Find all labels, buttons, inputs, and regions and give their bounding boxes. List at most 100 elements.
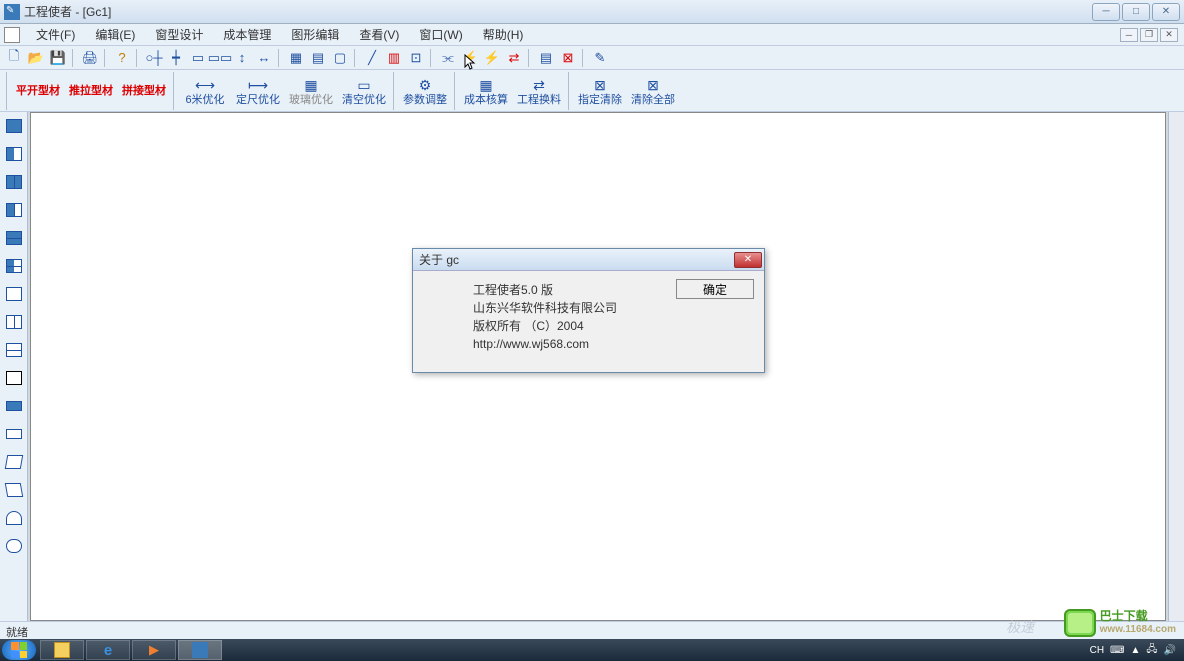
menu-window-design[interactable]: 窗型设计 bbox=[145, 24, 213, 45]
material-flat-button[interactable]: 平开型材 bbox=[12, 72, 64, 110]
tool-erase-icon[interactable]: ✎ bbox=[590, 48, 610, 68]
clear-all-button[interactable]: ⊠清除全部 bbox=[627, 72, 679, 110]
tool-swap-icon[interactable]: ⇄ bbox=[504, 48, 524, 68]
label: 定尺优化 bbox=[236, 94, 280, 106]
minimize-button[interactable]: ─ bbox=[1092, 3, 1120, 21]
tray-network-icon[interactable]: 🖧 bbox=[1146, 642, 1157, 659]
label: 平开型材 bbox=[16, 85, 60, 97]
task-explorer[interactable] bbox=[40, 640, 84, 660]
shape-button-16[interactable] bbox=[2, 534, 26, 558]
tool-hspan-icon[interactable]: ↔ bbox=[254, 48, 274, 68]
menu-edit[interactable]: 编辑(E) bbox=[85, 24, 145, 45]
toolbar-standard: 🗋 📂 💾 🖨 ? ○┼ ┿ ▭ ▭▭ ↕ ↔ ▦ ▤ ▢ ╱ ▥ ⊡ ⫘ ⚡ … bbox=[0, 46, 1184, 70]
tool-bracket-icon[interactable]: ▭▭ bbox=[210, 48, 230, 68]
open-button[interactable]: 📂 bbox=[26, 48, 46, 68]
print-button[interactable]: 🖨 bbox=[80, 48, 100, 68]
shape-button-11[interactable] bbox=[2, 394, 26, 418]
tray-keyboard-icon[interactable]: ⌨ bbox=[1110, 645, 1124, 656]
media-icon: ▶ bbox=[149, 642, 159, 658]
taskbar: e ▶ CH ⌨ ▲ 🖧 🔊 bbox=[0, 639, 1184, 661]
save-button[interactable]: 💾 bbox=[48, 48, 68, 68]
close-button[interactable]: ✕ bbox=[1152, 3, 1180, 21]
window-shape-icon bbox=[5, 455, 23, 469]
tool-grid-icon[interactable]: ▦ bbox=[286, 48, 306, 68]
tool-junction-icon[interactable]: ┿ bbox=[166, 48, 186, 68]
tool-chain-icon[interactable]: ⫘ bbox=[438, 48, 458, 68]
task-current-app[interactable] bbox=[178, 640, 222, 660]
shape-button-4[interactable] bbox=[2, 198, 26, 222]
sidebar-palette bbox=[0, 112, 28, 621]
shape-button-10[interactable] bbox=[2, 366, 26, 390]
help-button[interactable]: ? bbox=[112, 48, 132, 68]
task-ie[interactable]: e bbox=[86, 640, 130, 660]
opt-6m-button[interactable]: ⟷6米优化 bbox=[179, 72, 231, 110]
ime-indicator[interactable]: CH bbox=[1090, 645, 1104, 656]
shape-button-8[interactable] bbox=[2, 310, 26, 334]
watermark-text: 巴士下载 www.11684.com bbox=[1100, 610, 1176, 636]
watermark-url: www.11684.com bbox=[1100, 624, 1176, 635]
dialog-titlebar[interactable]: 关于 gc ✕ bbox=[413, 249, 764, 271]
tool-box-icon[interactable]: ▢ bbox=[330, 48, 350, 68]
shape-button-14[interactable] bbox=[2, 478, 26, 502]
shape-button-6[interactable] bbox=[2, 254, 26, 278]
shape-button-15[interactable] bbox=[2, 506, 26, 530]
ok-button[interactable]: 确定 bbox=[676, 279, 754, 299]
new-button[interactable]: 🗋 bbox=[4, 48, 24, 68]
tray-flag-icon[interactable]: ▲ bbox=[1130, 645, 1140, 656]
material-join-button[interactable]: 拼接型材 bbox=[118, 72, 170, 110]
shape-button-12[interactable] bbox=[2, 422, 26, 446]
clear-selected-button[interactable]: ⊠指定清除 bbox=[574, 72, 626, 110]
tool-node-icon[interactable]: ○┼ bbox=[144, 48, 164, 68]
tool-cross-icon[interactable]: ⊠ bbox=[558, 48, 578, 68]
shape-button-3[interactable] bbox=[2, 170, 26, 194]
opt-fixed-button[interactable]: ⟼定尺优化 bbox=[232, 72, 284, 110]
ruler-icon: ⟷ bbox=[193, 76, 217, 94]
start-button[interactable] bbox=[2, 640, 36, 660]
window-shape-icon bbox=[6, 371, 22, 385]
param-adjust-button[interactable]: ⚙参数调整 bbox=[399, 72, 451, 110]
separator bbox=[568, 72, 571, 110]
label: 清除全部 bbox=[631, 94, 675, 106]
tray-volume-icon[interactable]: 🔊 bbox=[1164, 645, 1176, 656]
tool-vspan-icon[interactable]: ↕ bbox=[232, 48, 252, 68]
menu-help[interactable]: 帮助(H) bbox=[473, 24, 534, 45]
menu-window[interactable]: 窗口(W) bbox=[409, 24, 472, 45]
label: 成本核算 bbox=[464, 94, 508, 106]
menu-file[interactable]: 文件(F) bbox=[26, 24, 85, 45]
shape-button-7[interactable] bbox=[2, 282, 26, 306]
shape-button-13[interactable] bbox=[2, 450, 26, 474]
document-icon[interactable] bbox=[4, 27, 20, 43]
opt-glass-button[interactable]: ▦玻璃优化 bbox=[285, 72, 337, 110]
shape-button-2[interactable] bbox=[2, 142, 26, 166]
app-icon bbox=[4, 4, 20, 20]
cost-calc-button[interactable]: ▦成本核算 bbox=[460, 72, 512, 110]
shape-button-5[interactable] bbox=[2, 226, 26, 250]
scrollbar-vertical[interactable] bbox=[1168, 112, 1184, 621]
mdi-close-button[interactable]: ✕ bbox=[1160, 28, 1178, 42]
tool-frame-icon[interactable]: ⊡ bbox=[406, 48, 426, 68]
tool-line-icon[interactable]: ╱ bbox=[362, 48, 382, 68]
tool-spark2-icon[interactable]: ⚡ bbox=[482, 48, 502, 68]
tool-grid2-icon[interactable]: ▤ bbox=[308, 48, 328, 68]
shape-button-9[interactable] bbox=[2, 338, 26, 362]
material-slide-button[interactable]: 推拉型材 bbox=[65, 72, 117, 110]
tool-layer-icon[interactable]: ▤ bbox=[536, 48, 556, 68]
menu-view[interactable]: 查看(V) bbox=[349, 24, 409, 45]
separator bbox=[354, 49, 358, 67]
menu-cost[interactable]: 成本管理 bbox=[213, 24, 281, 45]
maximize-button[interactable]: □ bbox=[1122, 3, 1150, 21]
about-dialog: 关于 gc ✕ 确定 工程使者5.0 版 山东兴华软件科技有限公司 版权所有 （… bbox=[412, 248, 765, 373]
material-swap-button[interactable]: ⇄工程换料 bbox=[513, 72, 565, 110]
tool-spark1-icon[interactable]: ⚡ bbox=[460, 48, 480, 68]
tool-rect-icon[interactable]: ▭ bbox=[188, 48, 208, 68]
app-icon bbox=[192, 642, 208, 658]
mdi-minimize-button[interactable]: ─ bbox=[1120, 28, 1138, 42]
site-watermark: 巴士下载 www.11684.com bbox=[1064, 609, 1176, 637]
menu-graphic-edit[interactable]: 图形编辑 bbox=[281, 24, 349, 45]
mdi-restore-button[interactable]: ❐ bbox=[1140, 28, 1158, 42]
task-media[interactable]: ▶ bbox=[132, 640, 176, 660]
tool-panel-icon[interactable]: ▥ bbox=[384, 48, 404, 68]
dialog-close-button[interactable]: ✕ bbox=[734, 252, 762, 268]
shape-button-1[interactable] bbox=[2, 114, 26, 138]
opt-clear-button[interactable]: ▭清空优化 bbox=[338, 72, 390, 110]
